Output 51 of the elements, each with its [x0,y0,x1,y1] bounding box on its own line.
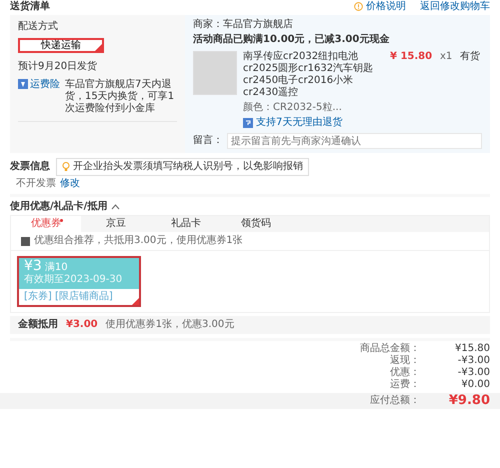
coupon-amount: ¥3 [24,258,42,274]
coupon-scope: [东券] [限店铺商品] [23,290,114,304]
invoice-title: 发票信息 [10,161,50,173]
product-qty: x1 [440,51,454,64]
service-text: 车品官方旗舰店7天内退货，15天内换货，可享1次运费险付到小金库 [65,79,176,115]
promo-text: 活动商品已购满10.00元，已减3.00元现金 [193,34,390,46]
photo-placeholder [193,51,237,95]
ship-estimate: 预计9月20日发货 [18,61,98,73]
discount-tab[interactable]: 京豆 [81,216,151,232]
recommend-text: 优惠组合推荐，共抵用3.00元，使用优惠券1张 [34,235,243,247]
discount-tab[interactable]: 优惠券 [11,216,81,232]
summary-amount: ¥3.00 [66,319,98,331]
coupon-condition: 满10 [44,262,68,273]
total-label: 返现： [389,355,420,366]
total-value: ¥15.80 [454,343,490,355]
service-tag: 运费险 [18,79,60,115]
product-variant: 颜色：CR2032-5粒... [243,102,343,114]
total-label: 运费： [389,379,420,391]
discount-tab[interactable]: 礼品卡 [151,216,221,232]
delivery-option[interactable]: 快递运输 [18,38,104,53]
bulb-icon [62,162,70,172]
payable-label: 应付总额： [370,395,420,407]
delivery-label: 配送方式 [18,21,59,33]
discount-title: 使用优惠/礼品卡/抵用 [10,201,108,213]
discount-tab[interactable]: 领货码 [221,216,291,232]
header-link[interactable]: 价格说明 [354,0,406,12]
return-policy: 支持7天无理由退货 [243,117,384,129]
total-value: -¥3.00 [456,367,490,379]
section-title: 送货清单 [10,0,51,12]
invoice-notice: 开企业抬头发票须填写纳税人识别号，以免影响报销 [56,158,309,176]
note-label: 留言： [193,135,223,147]
summary-label: 金额抵用 [18,319,58,331]
product-title[interactable]: 南孚传应cr2032纽扣电池cr2025圆形cr1632汽车钥匙cr2450电子cr2016小米cr2430遥控 [243,51,384,99]
payable-amount: ¥9.80 [448,395,490,407]
invoice-value: 不开发票 [16,178,56,190]
seller-name: 商家：车品官方旗舰店 [193,19,294,31]
total-label: 商品总金额： [359,343,420,354]
checkbox[interactable] [21,236,30,246]
chevron-icon[interactable] [111,204,120,210]
note-field[interactable]: 提示留言前先与商家沟通确认 [227,133,482,149]
info-icon [354,2,363,11]
header-link[interactable]: 返回修改购物车 [420,0,490,12]
stock-status: 有货 [460,51,481,64]
product-price: ¥ 15.80 [390,51,434,64]
badge-icon [243,118,253,128]
edit-link[interactable]: 修改 [60,178,80,190]
coupon-expiry: 有效期至2023-09-30 [24,274,124,286]
total-value: ¥0.00 [460,379,490,391]
total-value: -¥3.00 [456,355,490,367]
summary-text: 使用优惠券1张，优惠3.00元 [106,319,234,331]
total-label: 优惠： [389,367,420,378]
